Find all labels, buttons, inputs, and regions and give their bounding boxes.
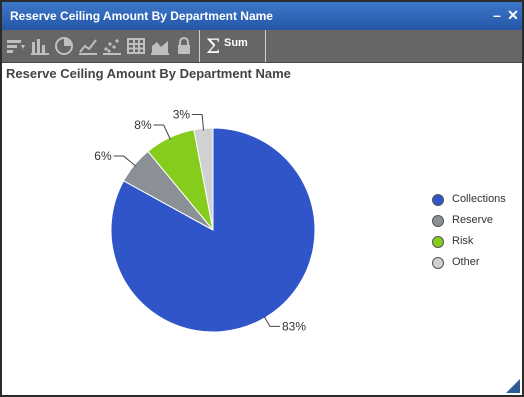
data-label-reserve: 6% xyxy=(94,149,112,163)
toolbar-separator xyxy=(265,30,266,62)
line-chart-icon[interactable] xyxy=(78,36,98,56)
sort-icon[interactable] xyxy=(6,36,26,56)
legend-swatch-risk xyxy=(432,236,444,248)
toolbar-separator xyxy=(199,30,200,62)
leader-line-collections xyxy=(263,315,281,327)
leader-line-other xyxy=(192,114,205,131)
legend-label-reserve: Reserve xyxy=(452,214,493,226)
pie-chart-icon[interactable] xyxy=(54,36,74,56)
chart-window: Reserve Ceiling Amount By Department Nam… xyxy=(0,0,524,397)
lock-icon[interactable] xyxy=(174,36,194,56)
legend-label-collections: Collections xyxy=(452,193,506,205)
minimize-icon[interactable]: – xyxy=(490,7,504,23)
sum-label: Sum xyxy=(224,37,248,49)
legend-label-risk: Risk xyxy=(452,235,474,247)
table-icon[interactable] xyxy=(126,36,146,56)
scatter-chart-icon[interactable] xyxy=(102,36,122,56)
bar-chart-icon[interactable] xyxy=(30,36,50,56)
data-label-collections: 83% xyxy=(282,319,306,333)
legend-swatch-reserve xyxy=(432,215,444,227)
close-icon[interactable]: ✕ xyxy=(506,7,520,23)
chart-title: Reserve Ceiling Amount By Department Nam… xyxy=(6,66,291,81)
legend-swatch-collections xyxy=(432,194,444,206)
legend-label-other: Other xyxy=(452,256,480,268)
pie-chart: 83% 6% 8% 3% xyxy=(94,108,316,333)
resize-handle[interactable] xyxy=(506,379,520,393)
title-bar: Reserve Ceiling Amount By Department Nam… xyxy=(2,2,522,30)
data-label-other: 3% xyxy=(173,108,191,122)
sum-button[interactable]: Σ Sum xyxy=(202,32,264,60)
sigma-icon: Σ xyxy=(206,34,221,58)
legend-swatch-other xyxy=(432,257,444,269)
data-label-risk: 8% xyxy=(134,118,152,132)
area-chart-icon[interactable] xyxy=(150,36,170,56)
toolbar: Σ Sum xyxy=(2,30,522,63)
window-title: Reserve Ceiling Amount By Department Nam… xyxy=(10,9,273,23)
leader-line-reserve xyxy=(113,155,137,167)
leader-line-risk xyxy=(153,124,171,140)
